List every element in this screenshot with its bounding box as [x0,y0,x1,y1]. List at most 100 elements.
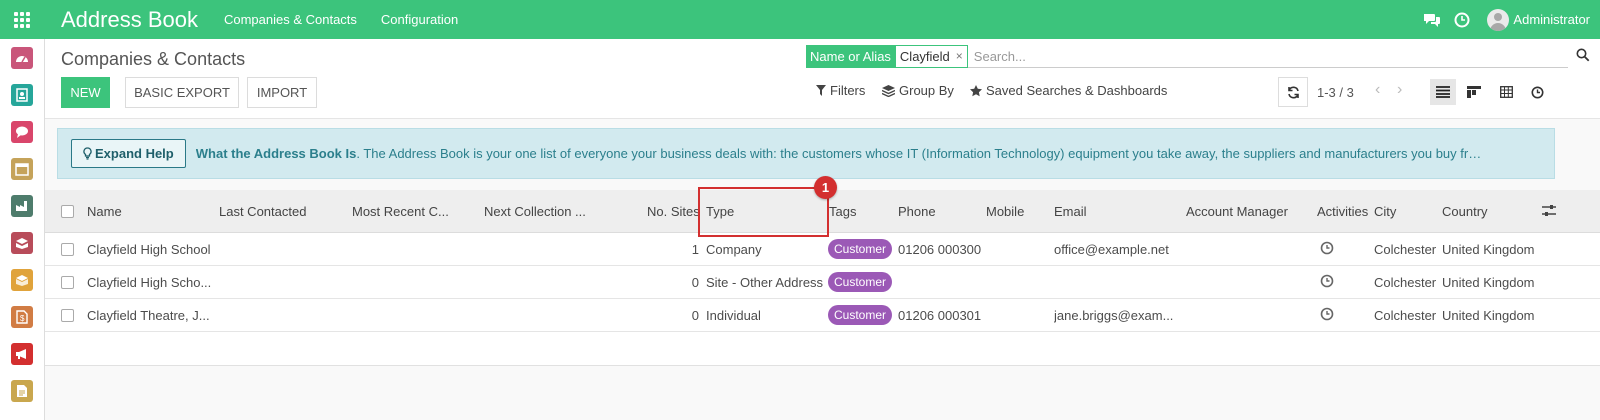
app-sidebar: $ [0,39,45,420]
new-button[interactable]: NEW [61,77,110,108]
apps-menu-button[interactable] [0,0,44,39]
cell-country: United Kingdom [1442,242,1535,257]
inventory-icon[interactable] [11,232,33,254]
user-name: Administrator [1513,12,1590,27]
column-header-most-recent[interactable]: Most Recent C... [352,204,449,219]
column-header-country[interactable]: Country [1442,204,1488,219]
cell-phone: 01206 000300 [898,242,982,257]
apps-grid-icon [14,11,30,28]
select-all-checkbox[interactable] [61,205,74,218]
pager-next-icon[interactable]: › [1397,81,1402,99]
column-header-activities[interactable]: Activities [1317,204,1368,219]
column-header-name[interactable]: Name [87,204,122,219]
top-navbar: Address Book Companies & Contacts Config… [0,0,1600,39]
refresh-button[interactable] [1278,77,1308,107]
star-icon [970,84,982,96]
basic-export-button[interactable]: BASIC EXPORT [125,77,239,108]
cell-email: office@example.net [1054,242,1169,257]
filters-label: Filters [830,83,866,98]
groupby-label: Group By [899,83,954,98]
help-title: What the Address Book Is [195,146,357,161]
chat-icon[interactable] [1417,12,1447,28]
help-text: What the Address Book Is. The Address Bo… [196,146,1486,161]
cell-country: United Kingdom [1442,275,1535,290]
row-checkbox[interactable] [61,276,74,289]
table-row[interactable]: Clayfield High School 1 Company Customer… [45,233,1600,266]
step-badge: 1 [814,176,837,199]
tag-badge: Customer [828,239,893,259]
column-header-city[interactable]: City [1374,204,1396,219]
import-button[interactable]: IMPORT [247,77,317,108]
cell-no-sites: 0 [691,308,699,323]
kanban-view-icon[interactable] [1461,79,1487,105]
column-header-email[interactable]: Email [1054,204,1087,219]
type-column-highlight [698,187,829,237]
cell-city: Colchester [1374,242,1437,257]
column-header-mobile[interactable]: Mobile [986,204,1024,219]
menu-companies-contacts[interactable]: Companies & Contacts [224,12,357,27]
tag-badge: Customer [828,272,893,292]
activity-clock-icon[interactable] [1320,307,1334,324]
search-facet: Clayfield × [894,44,968,68]
lightbulb-icon [83,147,92,160]
cell-type: Individual [706,308,761,323]
menu-configuration[interactable]: Configuration [381,12,458,27]
cell-type: Company [706,242,762,257]
search-bar: Name or Alias Clayfield × [806,44,1590,68]
activity-view-icon[interactable] [1524,79,1550,105]
expand-help-button[interactable]: Expand Help [71,139,186,168]
column-header-next-collection[interactable]: Next Collection ... [484,204,586,219]
column-header-account-manager[interactable]: Account Manager [1186,204,1288,219]
saved-searches-dropdown[interactable]: Saved Searches & Dashboards [970,83,1167,98]
filters-dropdown[interactable]: Filters [816,83,865,98]
boxes-icon[interactable] [11,269,33,291]
pivot-view-icon[interactable] [1493,79,1519,105]
cell-name: Clayfield High School [87,242,211,257]
saved-searches-label: Saved Searches & Dashboards [986,83,1168,98]
search-facet-value: Clayfield [899,48,950,64]
filter-icon [816,85,826,96]
tag-badge: Customer [828,305,893,325]
row-checkbox[interactable] [61,243,74,256]
list-view-icon[interactable] [1430,79,1456,105]
layers-icon [882,84,895,97]
control-panel: Companies & Contacts NEW BASIC EXPORT IM… [45,39,1600,119]
activity-clock-icon[interactable] [1320,241,1334,258]
search-facet-label: Name or Alias [806,44,895,68]
discuss-icon[interactable] [11,121,33,143]
optional-columns-icon[interactable] [1542,204,1556,220]
cell-phone: 01206 000301 [898,308,982,323]
facet-remove-icon[interactable]: × [956,46,963,67]
column-header-no-sites[interactable]: No. Sites [647,204,700,219]
cell-city: Colchester [1374,275,1437,290]
invoice-icon[interactable]: $ [11,306,33,328]
groupby-dropdown[interactable]: Group By [882,83,954,98]
table-row[interactable]: Clayfield Theatre, J... 0 Individual Cus… [45,299,1600,332]
column-header-last-contacted[interactable]: Last Contacted [219,204,306,219]
app-title[interactable]: Address Book [61,7,198,33]
calendar-icon[interactable] [11,158,33,180]
document-icon[interactable] [11,380,33,402]
search-input[interactable] [973,48,1534,64]
dashboard-icon[interactable] [11,47,33,69]
megaphone-icon[interactable] [11,343,33,365]
activity-clock-icon[interactable] [1320,274,1334,291]
activity-clock-icon[interactable] [1447,12,1477,28]
svg-text:$: $ [20,314,25,323]
cell-name: Clayfield Theatre, J... [87,308,210,323]
column-header-tags[interactable]: Tags [829,204,856,219]
table-row[interactable]: Clayfield High Scho... 0 Site - Other Ad… [45,266,1600,299]
avatar [1487,8,1510,31]
pager-previous-icon[interactable]: ‹ [1375,81,1380,99]
column-header-phone[interactable]: Phone [898,204,936,219]
page-title: Companies & Contacts [61,49,246,69]
refresh-icon [1287,86,1299,98]
user-menu[interactable]: Administrator [1487,8,1590,31]
factory-icon[interactable] [11,195,33,217]
expand-help-label: Expand Help [95,146,174,161]
pager-value[interactable]: 1-3 / 3 [1317,85,1354,100]
cell-email: jane.briggs@exam... [1054,308,1174,323]
contacts-icon[interactable] [11,84,33,106]
search-icon[interactable] [1576,48,1590,65]
row-checkbox[interactable] [61,309,74,322]
